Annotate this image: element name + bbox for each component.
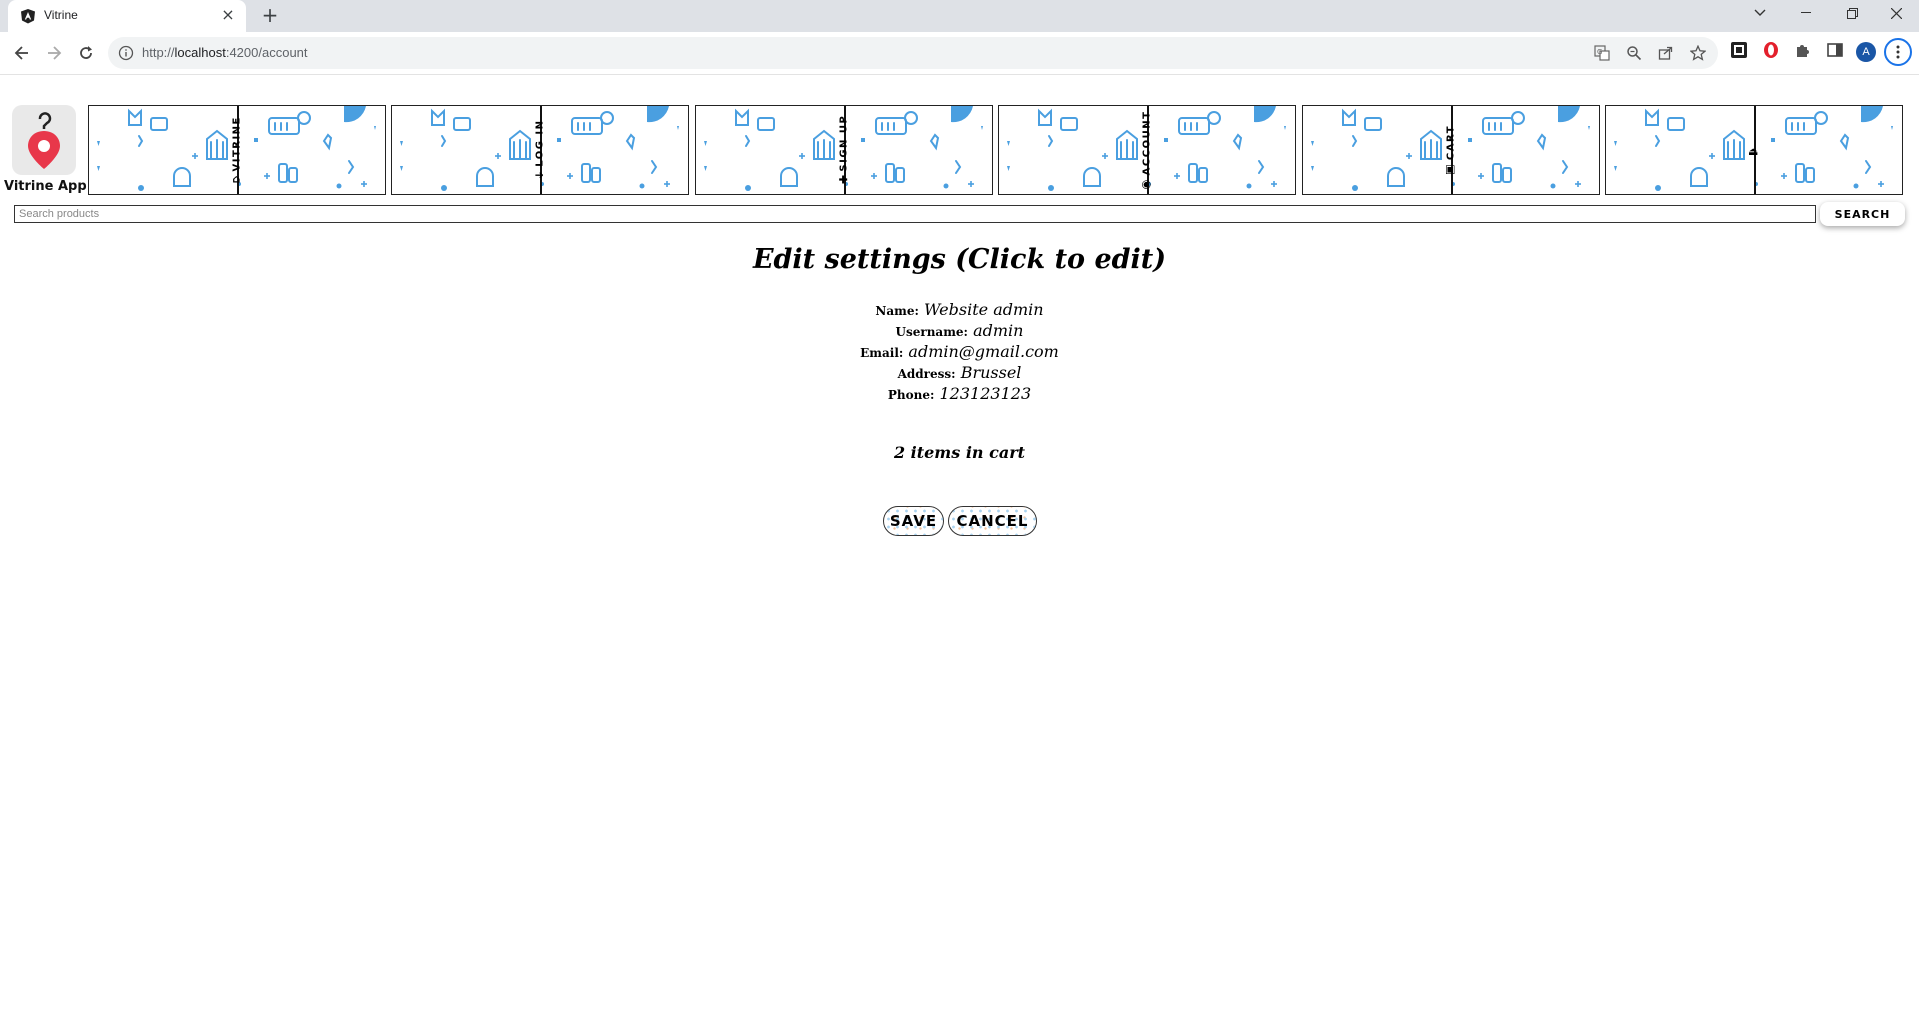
- search-input[interactable]: [14, 205, 1816, 223]
- close-tab-icon[interactable]: ×: [220, 7, 236, 23]
- nav-tile-vitrine[interactable]: ⌂ VITRINE: [88, 105, 386, 195]
- logout-icon: ⏏: [1748, 145, 1760, 158]
- back-icon[interactable]: [10, 41, 34, 65]
- bookmark-star-icon[interactable]: [1690, 45, 1706, 61]
- page-title: Edit settings (Click to edit): [752, 244, 1167, 275]
- user-circle-icon: ◉: [1141, 177, 1153, 191]
- nav-tile-sign-up[interactable]: ✚ SIGN UP: [695, 105, 993, 195]
- app-logo[interactable]: Vitrine App: [4, 105, 87, 195]
- nav-tile-log-in[interactable]: ➜ LOG IN: [391, 105, 689, 195]
- login-icon: ➜: [534, 168, 546, 182]
- angular-favicon: [21, 9, 35, 24]
- nav-tile-account[interactable]: ◉ ACCOUNT: [998, 105, 1296, 195]
- kebab-menu-icon[interactable]: [1884, 38, 1912, 66]
- phone-row: Phone: 123123123: [0, 384, 1919, 403]
- nav-tile-label: CART: [1445, 124, 1457, 161]
- browser-tab[interactable]: Vitrine ×: [8, 0, 246, 32]
- username-value[interactable]: admin: [973, 321, 1023, 340]
- share-icon[interactable]: [1658, 45, 1674, 61]
- phone-value[interactable]: 123123123: [940, 384, 1032, 403]
- phone-label: Phone:: [887, 388, 935, 402]
- url-text[interactable]: http://localhost:4200/account: [142, 45, 308, 60]
- restore-icon[interactable]: [1829, 0, 1875, 26]
- name-row: Name: Website admin: [0, 300, 1919, 319]
- search-button[interactable]: SEARCH: [1820, 202, 1905, 226]
- puzzle-icon[interactable]: [1794, 41, 1812, 59]
- address-bar[interactable]: http://localhost:4200/account G: [108, 37, 1718, 69]
- tab-search-chevron-icon[interactable]: [1737, 0, 1783, 26]
- new-tab-button[interactable]: +: [258, 4, 282, 28]
- location-pin-icon: [12, 105, 76, 175]
- nav-tile-label-group: ◉ ACCOUNT: [1141, 110, 1154, 191]
- email-label: Email:: [860, 346, 904, 360]
- name-value[interactable]: Website admin: [924, 300, 1044, 319]
- email-row: Email: admin@gmail.com: [0, 342, 1919, 361]
- translate-icon[interactable]: G: [1594, 45, 1610, 61]
- url-path: :4200/account: [225, 45, 308, 60]
- home-icon: ⌂: [232, 172, 242, 186]
- nav-tile-label: ACCOUNT: [1141, 110, 1153, 176]
- reload-icon[interactable]: [74, 41, 98, 65]
- address-label: Address:: [897, 367, 956, 381]
- nav-tile-label: SIGN UP: [838, 114, 850, 172]
- nav-tile-label: VITRINE: [231, 116, 243, 172]
- browser-tab-bar: Vitrine × +: [0, 0, 1919, 32]
- cancel-button[interactable]: CANCEL: [948, 506, 1037, 536]
- username-label: Username:: [895, 325, 968, 339]
- nav-tile-label: LOG IN: [534, 119, 546, 167]
- svg-text:G: G: [1597, 48, 1602, 56]
- site-info-icon[interactable]: [118, 45, 134, 61]
- add-user-icon: ✚: [838, 173, 850, 187]
- save-label: SAVE: [889, 512, 938, 530]
- close-window-icon[interactable]: [1873, 0, 1919, 26]
- app-name: Vitrine App: [4, 179, 87, 194]
- minimize-icon[interactable]: [1783, 0, 1829, 26]
- tab-title: Vitrine: [44, 8, 78, 22]
- nav-tile-cart[interactable]: ▣ CART: [1302, 105, 1600, 195]
- address-row: Address: Brussel: [0, 363, 1919, 382]
- name-label: Name:: [875, 304, 919, 318]
- username-row: Username: admin: [0, 321, 1919, 340]
- extension-icon[interactable]: [1730, 41, 1748, 59]
- url-host: localhost: [174, 45, 226, 60]
- nav-tile-label-group: ⏏: [1748, 143, 1761, 158]
- browser-toolbar: http://localhost:4200/account G: [0, 32, 1919, 75]
- nav-tile-label-group: ⌂ VITRINE: [231, 116, 244, 186]
- forward-icon[interactable]: [42, 41, 66, 65]
- nav-tile-label-group: ▣ CART: [1445, 124, 1458, 176]
- cart-count: 2 items in cart: [893, 443, 1026, 462]
- zoom-icon[interactable]: [1626, 45, 1642, 61]
- email-value[interactable]: admin@gmail.com: [908, 342, 1058, 361]
- cart-icon: ▣: [1445, 162, 1457, 176]
- nav-tile-label-group: ➜ LOG IN: [534, 119, 547, 182]
- nav-tile-logout[interactable]: ⏏: [1605, 105, 1903, 195]
- cancel-label: CANCEL: [956, 512, 1029, 530]
- opera-icon[interactable]: [1762, 41, 1780, 59]
- save-button[interactable]: SAVE: [883, 506, 944, 536]
- side-panel-icon[interactable]: [1826, 41, 1844, 59]
- nav-tile-label-group: ✚ SIGN UP: [838, 114, 851, 187]
- address-value[interactable]: Brussel: [961, 363, 1022, 382]
- url-scheme: http://: [142, 45, 175, 60]
- profile-avatar[interactable]: A: [1856, 42, 1876, 62]
